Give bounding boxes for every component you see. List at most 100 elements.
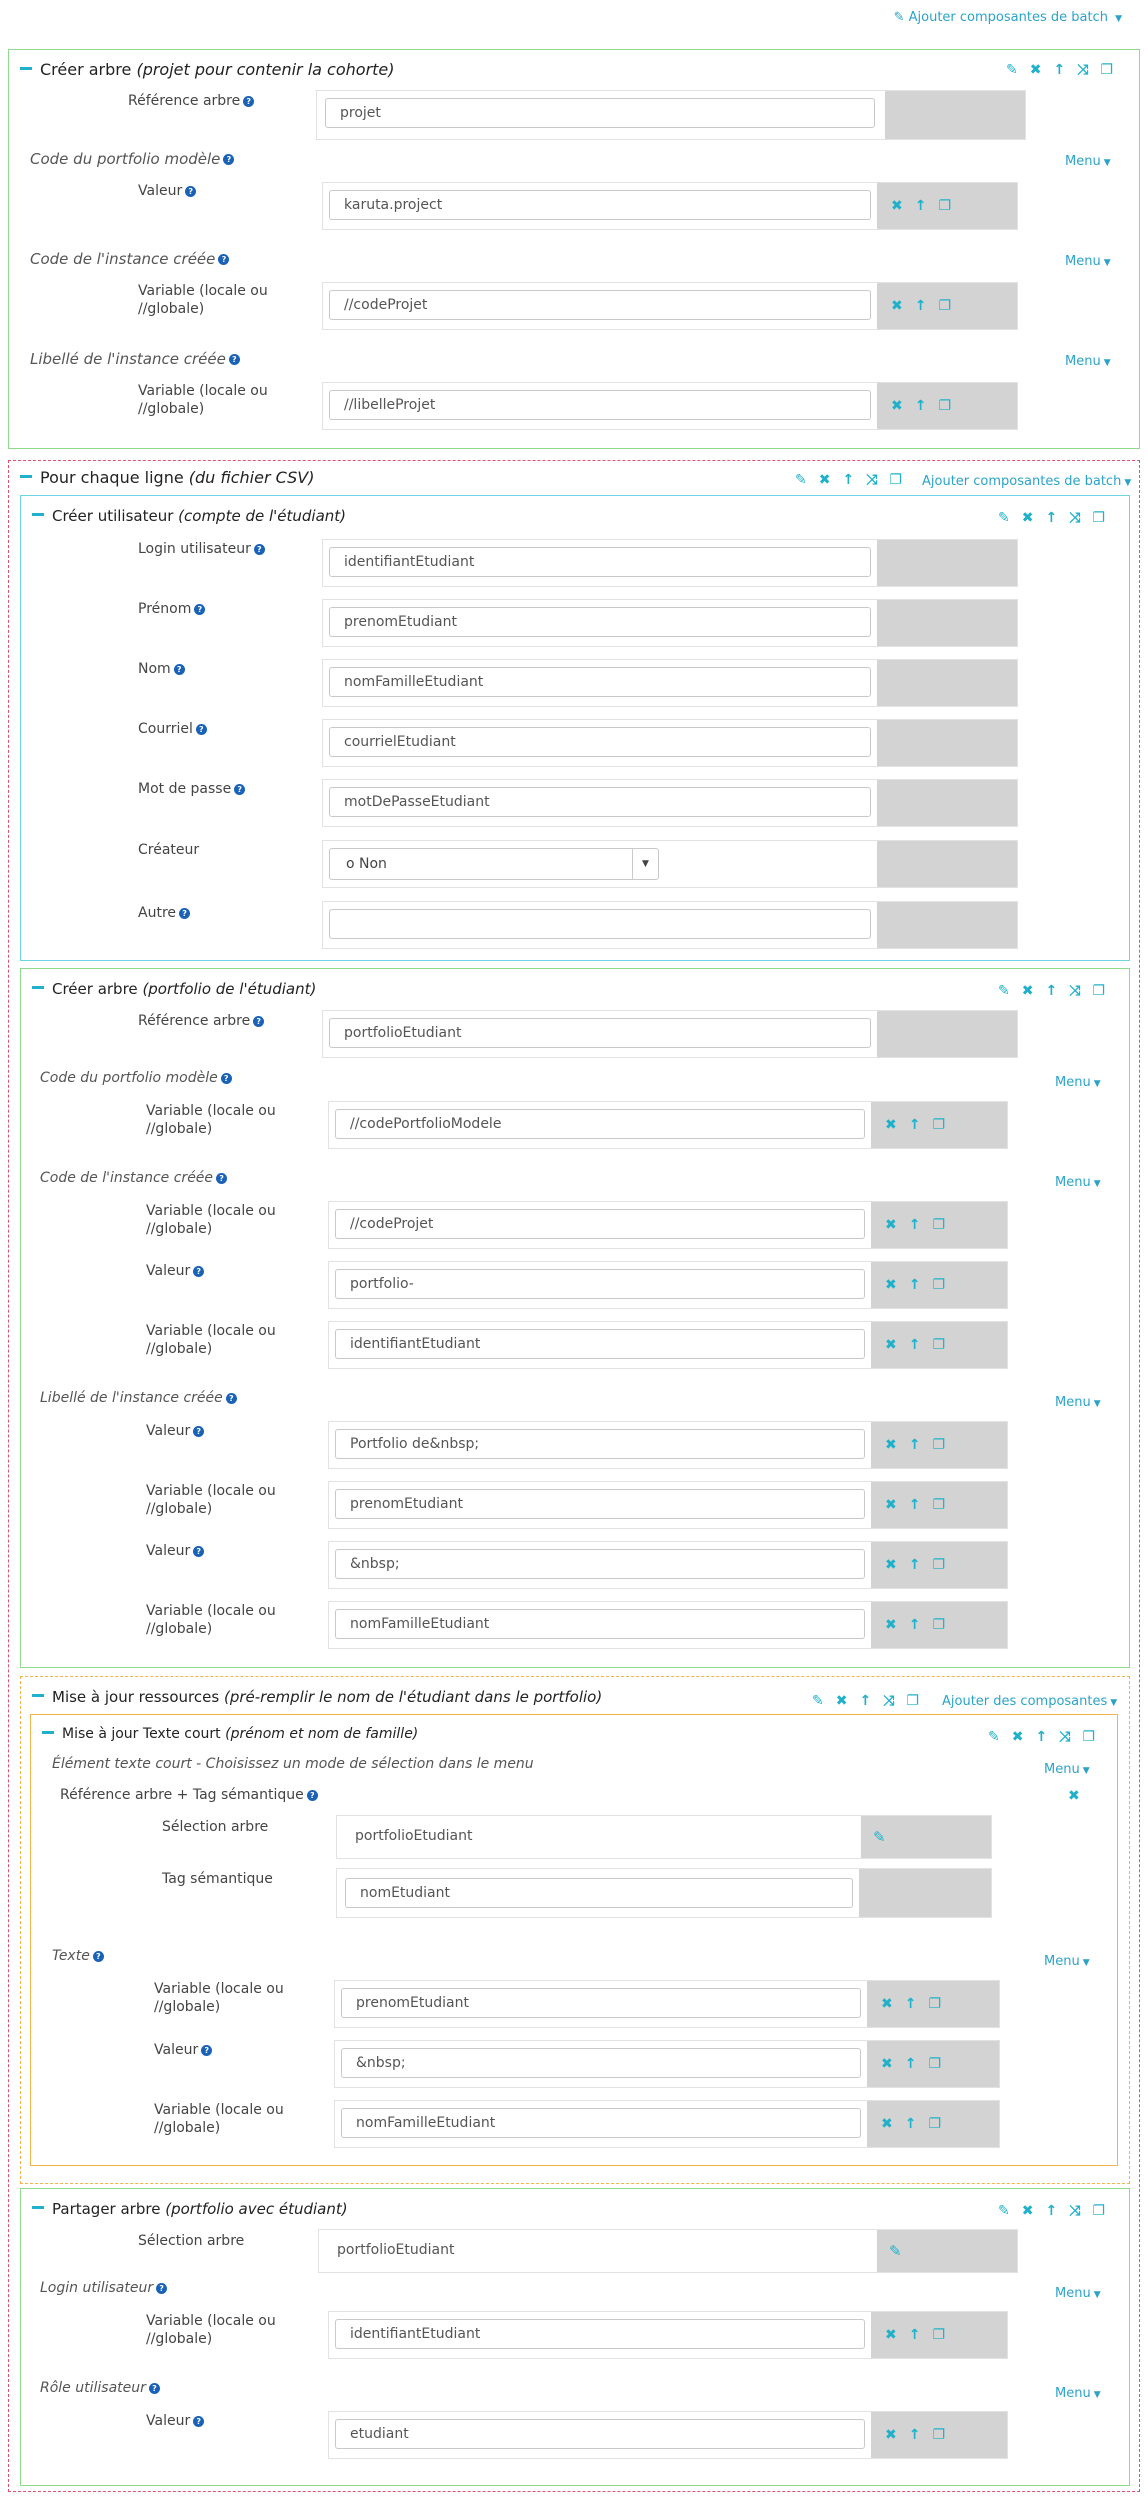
copy-icon[interactable]: ❐ <box>906 1693 919 1709</box>
variable-input[interactable]: //codeProjet <box>329 290 871 320</box>
variable-input[interactable]: identifiantEtudiant <box>335 1329 865 1359</box>
add-batch-components-link[interactable]: ✎ Ajouter composantes de batch ▼ <box>894 10 1122 25</box>
shuffle-icon[interactable]: ⤨ <box>1059 1729 1070 1745</box>
help-icon[interactable]: ? <box>234 783 246 795</box>
delete-icon[interactable]: ✖ <box>881 2056 893 2072</box>
delete-icon[interactable]: ✖ <box>891 198 903 214</box>
move-up-icon[interactable]: ↑ <box>909 1617 921 1633</box>
copy-icon[interactable]: ❐ <box>932 1437 945 1453</box>
move-up-icon[interactable]: ↑ <box>859 1693 871 1709</box>
delete-icon[interactable]: ✖ <box>885 2327 897 2343</box>
copy-icon[interactable]: ❐ <box>938 298 951 314</box>
move-up-icon[interactable]: ↑ <box>905 1996 917 2012</box>
copy-icon[interactable]: ❐ <box>938 398 951 414</box>
help-icon[interactable]: ? <box>193 2415 205 2427</box>
login-input[interactable]: identifiantEtudiant <box>329 547 871 577</box>
menu-dropdown[interactable]: Menu ▼ <box>1055 2386 1101 2401</box>
copy-icon[interactable]: ❐ <box>1082 1729 1095 1745</box>
delete-icon[interactable]: ✖ <box>885 1117 897 1133</box>
creator-select[interactable]: o Non ▼ <box>329 848 659 880</box>
move-up-icon[interactable]: ↑ <box>915 398 927 414</box>
delete-icon[interactable]: ✖ <box>1068 1788 1080 1804</box>
delete-icon[interactable]: ✖ <box>819 472 831 488</box>
help-icon[interactable]: ? <box>253 1015 265 1027</box>
value-input[interactable]: etudiant <box>335 2419 865 2449</box>
copy-icon[interactable]: ❐ <box>938 198 951 214</box>
pencil-icon[interactable]: ✎ <box>998 510 1010 526</box>
help-icon[interactable]: ? <box>179 907 191 919</box>
menu-dropdown[interactable]: Menu ▼ <box>1055 1175 1101 1190</box>
semantic-tag-input[interactable]: nomEtudiant <box>345 1878 853 1908</box>
help-icon[interactable]: ? <box>148 2382 160 2394</box>
help-icon[interactable]: ? <box>220 1072 232 1084</box>
pencil-icon[interactable]: ✎ <box>998 2203 1010 2219</box>
delete-icon[interactable]: ✖ <box>1022 510 1034 526</box>
collapse-icon[interactable] <box>20 475 32 478</box>
shuffle-icon[interactable]: ⤨ <box>866 472 877 488</box>
help-icon[interactable]: ? <box>223 154 235 165</box>
copy-icon[interactable]: ❐ <box>932 1277 945 1293</box>
pencil-icon[interactable]: ✎ <box>795 472 807 488</box>
tree-selection-value[interactable]: portfolioEtudiant <box>323 2236 877 2266</box>
copy-icon[interactable]: ❐ <box>932 2327 945 2343</box>
delete-icon[interactable]: ✖ <box>885 1617 897 1633</box>
pencil-icon[interactable]: ✎ <box>1006 62 1018 78</box>
delete-icon[interactable]: ✖ <box>891 298 903 314</box>
help-icon[interactable]: ? <box>194 603 206 615</box>
delete-icon[interactable]: ✖ <box>1030 62 1042 78</box>
menu-dropdown[interactable]: Menu ▼ <box>1065 154 1111 169</box>
help-icon[interactable]: ? <box>173 663 185 675</box>
delete-icon[interactable]: ✖ <box>885 1337 897 1353</box>
copy-icon[interactable]: ❐ <box>932 1617 945 1633</box>
move-up-icon[interactable]: ↑ <box>909 1557 921 1573</box>
pencil-icon[interactable]: ✎ <box>812 1693 824 1709</box>
menu-dropdown[interactable]: Menu ▼ <box>1055 1395 1101 1410</box>
move-up-icon[interactable]: ↑ <box>909 2327 921 2343</box>
help-icon[interactable]: ? <box>228 354 240 365</box>
delete-icon[interactable]: ✖ <box>1022 983 1034 999</box>
help-icon[interactable]: ? <box>156 2282 168 2294</box>
help-icon[interactable]: ? <box>185 185 197 197</box>
menu-dropdown[interactable]: Menu ▼ <box>1044 1954 1090 1969</box>
delete-icon[interactable]: ✖ <box>881 2116 893 2132</box>
copy-icon[interactable]: ❐ <box>928 1996 941 2012</box>
help-icon[interactable]: ? <box>225 1392 237 1404</box>
collapse-icon[interactable] <box>32 986 44 989</box>
ref-tree-input[interactable]: projet <box>325 98 875 128</box>
help-icon[interactable]: ? <box>193 1545 205 1557</box>
tree-selection-value[interactable]: portfolioEtudiant <box>341 1822 855 1852</box>
move-up-icon[interactable]: ↑ <box>909 1497 921 1513</box>
delete-icon[interactable]: ✖ <box>885 1217 897 1233</box>
shuffle-icon[interactable]: ⤨ <box>883 1693 894 1709</box>
delete-icon[interactable]: ✖ <box>881 1996 893 2012</box>
move-up-icon[interactable]: ↑ <box>905 2056 917 2072</box>
chevron-down-icon[interactable]: ▼ <box>632 849 658 879</box>
move-up-icon[interactable]: ↑ <box>1045 983 1057 999</box>
move-up-icon[interactable]: ↑ <box>915 198 927 214</box>
email-input[interactable]: courrielEtudiant <box>329 727 871 757</box>
copy-icon[interactable]: ❐ <box>1100 62 1113 78</box>
collapse-icon[interactable] <box>32 1694 44 1697</box>
variable-input[interactable]: nomFamilleEtudiant <box>335 1609 865 1639</box>
copy-icon[interactable]: ❐ <box>1092 510 1105 526</box>
variable-input[interactable]: prenomEtudiant <box>335 1489 865 1519</box>
delete-icon[interactable]: ✖ <box>891 398 903 414</box>
move-up-icon[interactable]: ↑ <box>909 1117 921 1133</box>
help-icon[interactable]: ? <box>193 1265 205 1277</box>
delete-icon[interactable]: ✖ <box>885 1497 897 1513</box>
delete-icon[interactable]: ✖ <box>1012 1729 1024 1745</box>
collapse-icon[interactable] <box>32 513 44 516</box>
variable-input[interactable]: //libelleProjet <box>329 390 871 420</box>
menu-dropdown[interactable]: Menu ▼ <box>1055 2286 1101 2301</box>
move-up-icon[interactable]: ↑ <box>1045 2203 1057 2219</box>
move-up-icon[interactable]: ↑ <box>905 2116 917 2132</box>
firstname-input[interactable]: prenomEtudiant <box>329 607 871 637</box>
copy-icon[interactable]: ❐ <box>928 2056 941 2072</box>
help-icon[interactable]: ? <box>195 723 207 735</box>
help-icon[interactable]: ? <box>253 543 265 555</box>
help-icon[interactable]: ? <box>201 2044 213 2056</box>
lastname-input[interactable]: nomFamilleEtudiant <box>329 667 871 697</box>
variable-input[interactable]: prenomEtudiant <box>341 1988 861 2018</box>
variable-input[interactable]: identifiantEtudiant <box>335 2319 865 2349</box>
move-up-icon[interactable]: ↑ <box>909 1437 921 1453</box>
